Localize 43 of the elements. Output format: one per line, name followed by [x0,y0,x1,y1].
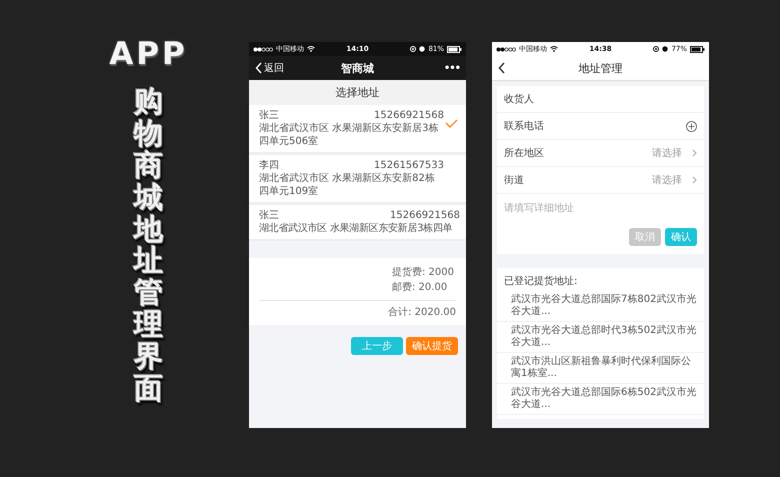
field-label: 街道 [504,174,525,187]
nav-title: 地址管理 [578,61,622,76]
recipient-name: 李四 [259,159,279,172]
fee-line: 邮费: 20.00 [392,281,448,294]
wifi-icon [550,46,558,52]
field-label: 所在地区 [504,146,545,160]
saved-heading: 已登记提货地址: [503,274,578,289]
saved-address-item[interactable]: 武汉市洪山区新祖鲁暴利时代保利国际公寓1栋室... [497,353,704,384]
address-text: 湖北省武汉市区 水果湖新区东安新82栋四单元109室 [259,172,436,198]
signal-icon [253,46,273,52]
chevron-right-icon [692,149,697,157]
recipient-phone: 15266921568 [390,209,460,222]
signal-icon [496,46,516,52]
chevron-right-icon [692,176,697,184]
address-item[interactable]: 张三 15266921568 湖北省武汉市区 水果湖新区东安新居3栋四单元506室 [249,105,466,152]
recipient-phone: 15266921568 [374,109,444,122]
back-button[interactable] [498,62,505,74]
saved-address-item[interactable]: 武汉市光谷大道总部时代3栋502武汉市光谷大道... [497,322,704,353]
recipient-phone: 15261567533 [374,159,444,172]
recipient-name: 张三 [259,109,279,122]
section-header: 选择地址 [249,80,466,105]
fee-line: 提货费: 2000 [392,266,455,279]
address-item[interactable]: 张三 15266921568 湖北省武汉市区 水果湖新区东安新居3栋四单 [249,205,466,239]
field-label: 收货人 [504,93,535,106]
poster-heading: APP [109,36,188,72]
nav-title: 智商城 [341,61,374,76]
plus-circle-icon [686,120,697,132]
back-chevron-icon [498,62,505,74]
more-menu[interactable]: ••• [444,62,460,74]
saved-address-item[interactable]: 武汉市光谷大道总部国际6栋502武汉市光谷大道... [497,384,704,415]
address-text: 湖北省武汉市区 水果湖新区东安新居3栋四单元506室 [259,122,440,148]
back-chevron-icon [255,62,262,74]
battery-icon [447,46,462,52]
battery-icon [690,46,705,52]
total-amount: 合计: 2020.00 [259,300,456,319]
recipient-name: 张三 [259,209,279,222]
poster-vertical-title: 购物商城地址管理界面 [134,86,163,405]
back-button[interactable]: 返回 [255,61,284,75]
wifi-icon [307,46,315,52]
saved-address-item[interactable]: 武汉市光谷大道总部国际7栋802武汉市光谷大道... [497,291,704,322]
field-label: 联系电话 [504,120,545,133]
address-text: 湖北省武汉市区 水果湖新区东安新居3栋四单 [259,222,454,235]
address-item[interactable]: 李四 15261567533 湖北省武汉市区 水果湖新区东安新82栋四单元109室 [249,155,466,202]
